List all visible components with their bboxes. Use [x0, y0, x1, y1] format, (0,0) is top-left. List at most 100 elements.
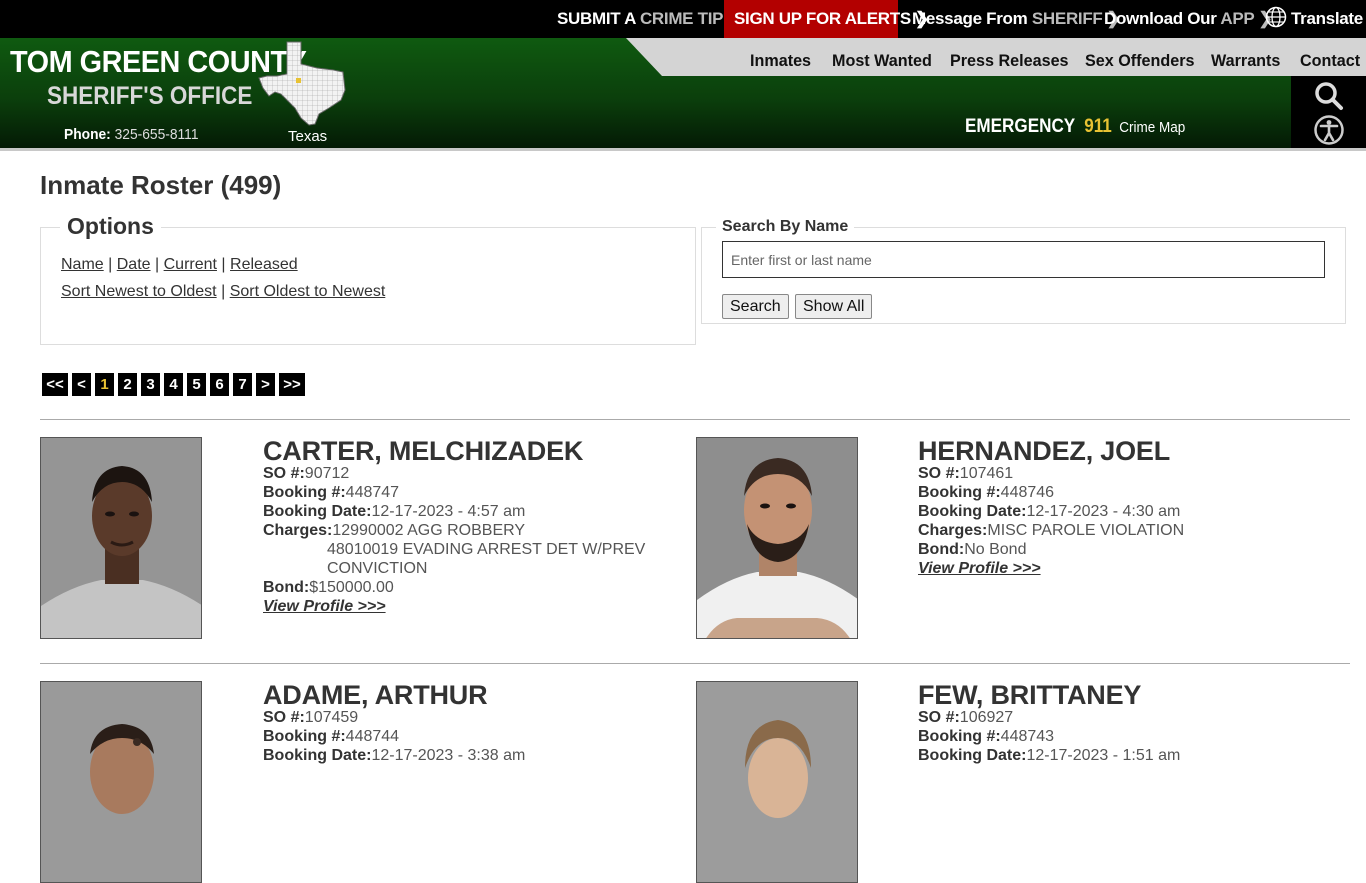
inmate-booking-date: Booking Date:12-17-2023 - 3:38 am	[263, 747, 525, 765]
inmate-photo[interactable]	[40, 437, 202, 639]
search-icon[interactable]	[1313, 80, 1345, 112]
filter-released-link[interactable]: Released	[230, 256, 298, 273]
crime-tip-label-b: CRIME TIP	[639, 9, 724, 28]
header-divider	[0, 148, 1366, 151]
booking-date-value: 12-17-2023 - 4:30 am	[1026, 503, 1181, 520]
accessibility-icon[interactable]	[1313, 114, 1345, 146]
inmate-bond: Bond:$150000.00	[263, 579, 394, 597]
translate-link[interactable]: Translate	[1265, 0, 1363, 38]
bond-label: Bond:	[263, 579, 310, 596]
booking-date-label: Booking Date:	[918, 503, 1027, 520]
page-3-button[interactable]: 3	[141, 373, 160, 396]
inmate-name: FEW, BRITTANEY	[918, 680, 1142, 710]
bond-value: $150000.00	[309, 579, 394, 596]
booking-date-value: 12-17-2023 - 3:38 am	[371, 747, 526, 764]
prev-page-button[interactable]: <	[72, 373, 91, 396]
page-1-button[interactable]: 1	[95, 373, 114, 396]
inmate-bond: Bond:No Bond	[918, 541, 1026, 559]
phone-label: Phone:	[64, 126, 111, 143]
charge-line: 48010019 EVADING ARREST DET W/PREV	[327, 541, 646, 558]
search-legend: Search By Name	[716, 218, 855, 236]
booking-label: Booking #:	[918, 728, 1001, 745]
inmate-photo[interactable]	[40, 681, 202, 883]
separator: |	[221, 283, 226, 300]
view-profile-link[interactable]: View Profile >>>	[263, 598, 386, 616]
inmate-booking-date: Booking Date:12-17-2023 - 4:30 am	[918, 503, 1180, 521]
submit-crime-tip-link[interactable]: SUBMIT A CRIME TIP❯	[557, 0, 741, 38]
view-profile-link[interactable]: View Profile >>>	[918, 560, 1041, 578]
sheriff-label-a: Message From	[912, 9, 1028, 28]
inmate-so-number: SO #:107459	[263, 709, 358, 727]
inmate-name: CARTER, MELCHIZADEK	[263, 436, 584, 466]
page-title: Inmate Roster (499)	[40, 170, 282, 200]
booking-label: Booking #:	[918, 484, 1001, 501]
inmate-photo[interactable]	[696, 437, 858, 639]
inmate-charges: Charges:12990002 AGG ROBBERY	[263, 522, 525, 540]
next-page-button[interactable]: >	[256, 373, 275, 396]
nav-item-inmates[interactable]: Inmates	[750, 38, 811, 76]
alerts-label: SIGN UP FOR ALERTS	[734, 9, 911, 28]
so-value: 90712	[304, 465, 350, 482]
search-input[interactable]	[722, 241, 1325, 278]
message-from-sheriff-link[interactable]: Message From SHERIFF ❯	[912, 0, 1121, 38]
top-utility-bar: SUBMIT A CRIME TIP❯ SIGN UP FOR ALERTS❯ …	[0, 0, 1366, 38]
download-app-link[interactable]: Download Our APP ❯	[1104, 0, 1273, 38]
options-legend: Options	[60, 213, 161, 240]
last-page-button[interactable]: >>	[279, 373, 305, 396]
state-label: Texas	[288, 128, 328, 145]
so-value: 106927	[959, 709, 1014, 726]
first-page-button[interactable]: <<	[42, 373, 68, 396]
sign-up-alerts-link[interactable]: SIGN UP FOR ALERTS ❯	[724, 0, 929, 38]
nav-item-press-releases[interactable]: Press Releases	[950, 38, 1069, 76]
inmate-so-number: SO #:107461	[918, 465, 1013, 483]
search-button[interactable]: Search	[722, 294, 789, 319]
sort-newest-link[interactable]: Sort Newest to Oldest	[61, 283, 217, 300]
so-label: SO #:	[918, 709, 960, 726]
inmate-booking-number: Booking #:448747	[263, 484, 399, 502]
separator: |	[221, 256, 226, 273]
nav-item-sex-offenders[interactable]: Sex Offenders	[1085, 38, 1195, 76]
page-5-button[interactable]: 5	[187, 373, 206, 396]
inmate-so-number: SO #:90712	[263, 465, 349, 483]
nav-item-warrants[interactable]: Warrants	[1211, 38, 1280, 76]
booking-value: 448747	[345, 484, 400, 501]
charges-label: Charges:	[263, 522, 333, 539]
crime-tip-label-a: SUBMIT A	[557, 9, 636, 28]
mugshot-image	[41, 438, 201, 638]
page-4-button[interactable]: 4	[164, 373, 183, 396]
so-label: SO #:	[918, 465, 960, 482]
booking-value: 448743	[1000, 728, 1055, 745]
booking-date-label: Booking Date:	[918, 747, 1027, 764]
inmate-booking-date: Booking Date:12-17-2023 - 4:57 am	[263, 503, 525, 521]
show-all-button[interactable]: Show All	[795, 294, 873, 319]
so-value: 107459	[304, 709, 359, 726]
app-label-a: Download Our	[1104, 9, 1217, 28]
page-2-button[interactable]: 2	[118, 373, 137, 396]
sort-name-link[interactable]: Name	[61, 256, 104, 273]
booking-date-value: 12-17-2023 - 1:51 am	[1026, 747, 1181, 764]
nav-item-most-wanted[interactable]: Most Wanted	[832, 38, 932, 76]
order-links-row: Sort Newest to Oldest | Sort Oldest to N…	[61, 283, 385, 301]
translate-label: Translate	[1291, 9, 1363, 28]
filter-current-link[interactable]: Current	[164, 256, 217, 273]
nav-item-contact[interactable]: Contact	[1300, 38, 1360, 76]
mugshot-image	[697, 438, 857, 638]
sort-links-row: Name | Date | Current | Released	[61, 256, 298, 274]
inmate-booking-number: Booking #:448746	[918, 484, 1054, 502]
phone-number: 325-655-8111	[114, 126, 199, 143]
inmate-booking-number: Booking #:448744	[263, 728, 399, 746]
page-6-button[interactable]: 6	[210, 373, 229, 396]
crime-map-link[interactable]: Crime Map	[1119, 119, 1185, 136]
sort-oldest-link[interactable]: Sort Oldest to Newest	[230, 283, 386, 300]
charge-line: MISC PAROLE VIOLATION	[987, 522, 1185, 539]
mugshot-image	[697, 682, 857, 882]
inmate-name: ADAME, ARTHUR	[263, 680, 488, 710]
divider	[40, 663, 1350, 664]
phone-info: Phone: 325-655-8111	[64, 126, 199, 143]
page-7-button[interactable]: 7	[233, 373, 252, 396]
divider	[40, 419, 1350, 420]
inmate-photo[interactable]	[696, 681, 858, 883]
sort-date-link[interactable]: Date	[117, 256, 151, 273]
booking-label: Booking #:	[263, 484, 346, 501]
app-label-b: APP	[1220, 9, 1255, 28]
